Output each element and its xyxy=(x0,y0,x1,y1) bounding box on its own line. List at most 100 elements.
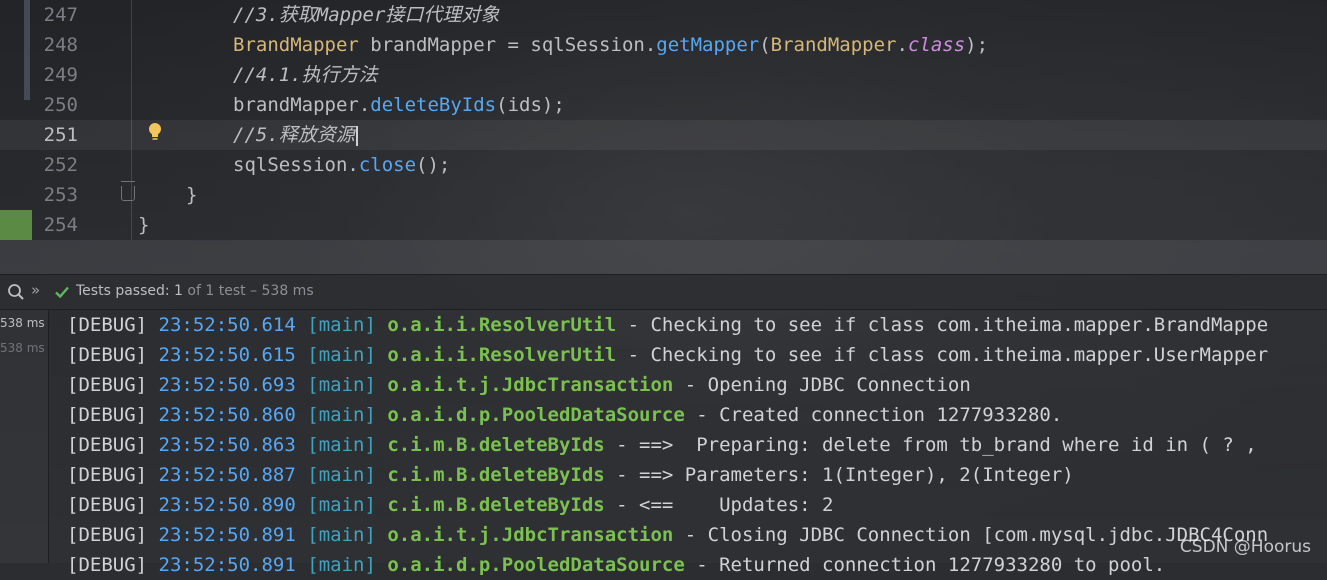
code-text[interactable]: } xyxy=(186,180,197,210)
log-thread: [main] xyxy=(307,314,376,336)
log-timestamp: 23:52:50.693 xyxy=(158,374,296,396)
line-number[interactable]: 250 xyxy=(36,90,78,120)
log-level: [DEBUG] xyxy=(67,554,148,576)
log-logger: c.i.m.B.deleteByIds xyxy=(387,494,605,516)
code-token: //5.释放资源 xyxy=(233,124,355,146)
chevron-double-right-icon[interactable]: » xyxy=(31,281,40,299)
log-line[interactable]: [DEBUG] 23:52:50.614 [main] o.a.i.i.Reso… xyxy=(67,310,1268,340)
code-text[interactable]: brandMapper.deleteByIds(ids); xyxy=(233,90,565,120)
line-number[interactable]: 252 xyxy=(36,150,78,180)
log-thread: [main] xyxy=(307,434,376,456)
panel-divider[interactable] xyxy=(0,240,1327,275)
log-line[interactable]: [DEBUG] 23:52:50.863 [main] c.i.m.B.dele… xyxy=(67,430,1257,460)
log-logger: o.a.i.d.p.PooledDataSource xyxy=(387,554,685,576)
code-token: brandMapper = sqlSession. xyxy=(358,34,657,56)
text-caret xyxy=(355,125,358,146)
log-logger: o.a.i.t.j.JdbcTransaction xyxy=(387,524,674,546)
code-text[interactable]: sqlSession.close(); xyxy=(233,150,450,180)
search-icon[interactable] xyxy=(7,283,25,301)
log-timestamp: 23:52:50.891 xyxy=(158,554,296,576)
code-token: //3.获取Mapper接口代理对象 xyxy=(233,4,500,26)
log-timestamp: 23:52:50.615 xyxy=(158,344,296,366)
check-icon xyxy=(55,286,69,299)
log-line[interactable]: [DEBUG] 23:52:50.693 [main] o.a.i.t.j.Jd… xyxy=(67,370,971,400)
code-token: } xyxy=(186,184,198,206)
code-line[interactable]: 252 sqlSession.close(); xyxy=(0,150,1327,180)
code-line[interactable]: 249 //4.1.执行方法 xyxy=(0,60,1327,90)
line-number[interactable]: 249 xyxy=(36,60,78,90)
lightbulb-icon[interactable] xyxy=(147,122,163,142)
line-number[interactable]: 253 xyxy=(36,180,78,210)
test-tree-item[interactable]: 538 ms xyxy=(0,341,45,355)
log-thread: [main] xyxy=(307,524,376,546)
code-line[interactable]: 251 //5.释放资源 xyxy=(0,120,1327,150)
code-token: . xyxy=(896,34,908,56)
test-tree-item[interactable]: 538 ms xyxy=(0,316,45,330)
code-text[interactable]: //4.1.执行方法 xyxy=(233,60,378,90)
log-logger: o.a.i.t.j.JdbcTransaction xyxy=(387,374,674,396)
code-editor[interactable]: 247 //3.获取Mapper接口代理对象 248 BrandMapper bran… xyxy=(0,0,1327,240)
log-message: - Returned connection 1277933280 to pool… xyxy=(684,554,1166,576)
code-line[interactable]: 248 BrandMapper brandMapper = sqlSession.… xyxy=(0,30,1327,60)
code-token: (ids); xyxy=(496,94,565,116)
test-results-toolbar: » Tests passed: 1 of 1 test – 538 ms xyxy=(0,275,1327,310)
code-text[interactable]: //5.释放资源 xyxy=(233,120,358,150)
log-message: - Opening JDBC Connection xyxy=(673,374,971,396)
tests-summary: of 1 test – 538 ms xyxy=(187,283,314,299)
log-thread: [main] xyxy=(307,464,376,486)
log-thread: [main] xyxy=(307,404,376,426)
log-line[interactable]: [DEBUG] 23:52:50.891 [main] o.a.i.d.p.Po… xyxy=(67,550,1165,580)
log-line[interactable]: [DEBUG] 23:52:50.891 [main] o.a.i.t.j.Jd… xyxy=(67,520,1268,550)
code-token: class xyxy=(907,34,966,56)
log-timestamp: 23:52:50.890 xyxy=(158,494,296,516)
code-token: ); xyxy=(965,34,989,56)
log-thread: [main] xyxy=(307,494,376,516)
log-line[interactable]: [DEBUG] 23:52:50.860 [main] o.a.i.d.p.Po… xyxy=(67,400,1062,430)
log-level: [DEBUG] xyxy=(67,434,148,456)
code-line[interactable]: 250 brandMapper.deleteByIds(ids); xyxy=(0,90,1327,120)
console-output[interactable]: [DEBUG] 23:52:50.614 [main] o.a.i.i.Reso… xyxy=(49,310,1327,576)
line-number[interactable]: 247 xyxy=(36,0,78,30)
log-line[interactable]: [DEBUG] 23:52:50.615 [main] o.a.i.i.Reso… xyxy=(67,340,1268,370)
code-text[interactable]: //3.获取Mapper接口代理对象 xyxy=(233,0,499,30)
code-text[interactable]: BrandMapper brandMapper = sqlSession.get… xyxy=(233,30,988,60)
code-text[interactable]: } xyxy=(138,210,149,240)
log-logger: c.i.m.B.deleteByIds xyxy=(387,464,605,486)
log-thread: [main] xyxy=(307,374,376,396)
code-token: BrandMapper xyxy=(233,34,359,56)
code-token: //4.1.执行方法 xyxy=(233,64,378,86)
log-logger: o.a.i.d.p.PooledDataSource xyxy=(387,404,685,426)
log-logger: c.i.m.B.deleteByIds xyxy=(387,434,605,456)
log-level: [DEBUG] xyxy=(67,494,148,516)
log-level: [DEBUG] xyxy=(67,344,148,366)
code-token: getMapper xyxy=(656,34,760,56)
test-tree: 538 ms 538 ms xyxy=(0,310,49,563)
code-line[interactable]: 247 //3.获取Mapper接口代理对象 xyxy=(0,0,1327,30)
log-timestamp: 23:52:50.863 xyxy=(158,434,296,456)
log-message: - <== Updates: 2 xyxy=(604,494,834,516)
line-number[interactable]: 254 xyxy=(36,210,78,240)
log-logger: o.a.i.i.ResolverUtil xyxy=(387,344,617,366)
tests-passed-label: Tests passed: xyxy=(76,283,170,299)
log-level: [DEBUG] xyxy=(67,374,148,396)
log-message: - Checking to see if class com.itheima.m… xyxy=(616,314,1269,336)
log-timestamp: 23:52:50.614 xyxy=(158,314,296,336)
code-line[interactable]: 253} xyxy=(0,180,1327,210)
log-line[interactable]: [DEBUG] 23:52:50.890 [main] c.i.m.B.dele… xyxy=(67,490,833,520)
code-token: ( xyxy=(759,34,771,56)
log-line[interactable]: [DEBUG] 23:52:50.887 [main] c.i.m.B.dele… xyxy=(67,460,1074,490)
code-token: close xyxy=(358,154,417,176)
log-timestamp: 23:52:50.860 xyxy=(158,404,296,426)
log-message: - ==> Parameters: 1(Integer), 2(Integer) xyxy=(604,464,1074,486)
log-timestamp: 23:52:50.891 xyxy=(158,524,296,546)
log-logger: o.a.i.i.ResolverUtil xyxy=(387,314,617,336)
code-token: BrandMapper xyxy=(770,34,897,56)
log-level: [DEBUG] xyxy=(67,524,148,546)
fold-icon[interactable] xyxy=(121,181,135,201)
log-level: [DEBUG] xyxy=(67,314,148,336)
line-number[interactable]: 248 xyxy=(36,30,78,60)
line-number[interactable]: 251 xyxy=(36,120,78,150)
log-thread: [main] xyxy=(307,344,376,366)
code-line[interactable]: 254} xyxy=(0,210,1327,240)
log-level: [DEBUG] xyxy=(67,464,148,486)
